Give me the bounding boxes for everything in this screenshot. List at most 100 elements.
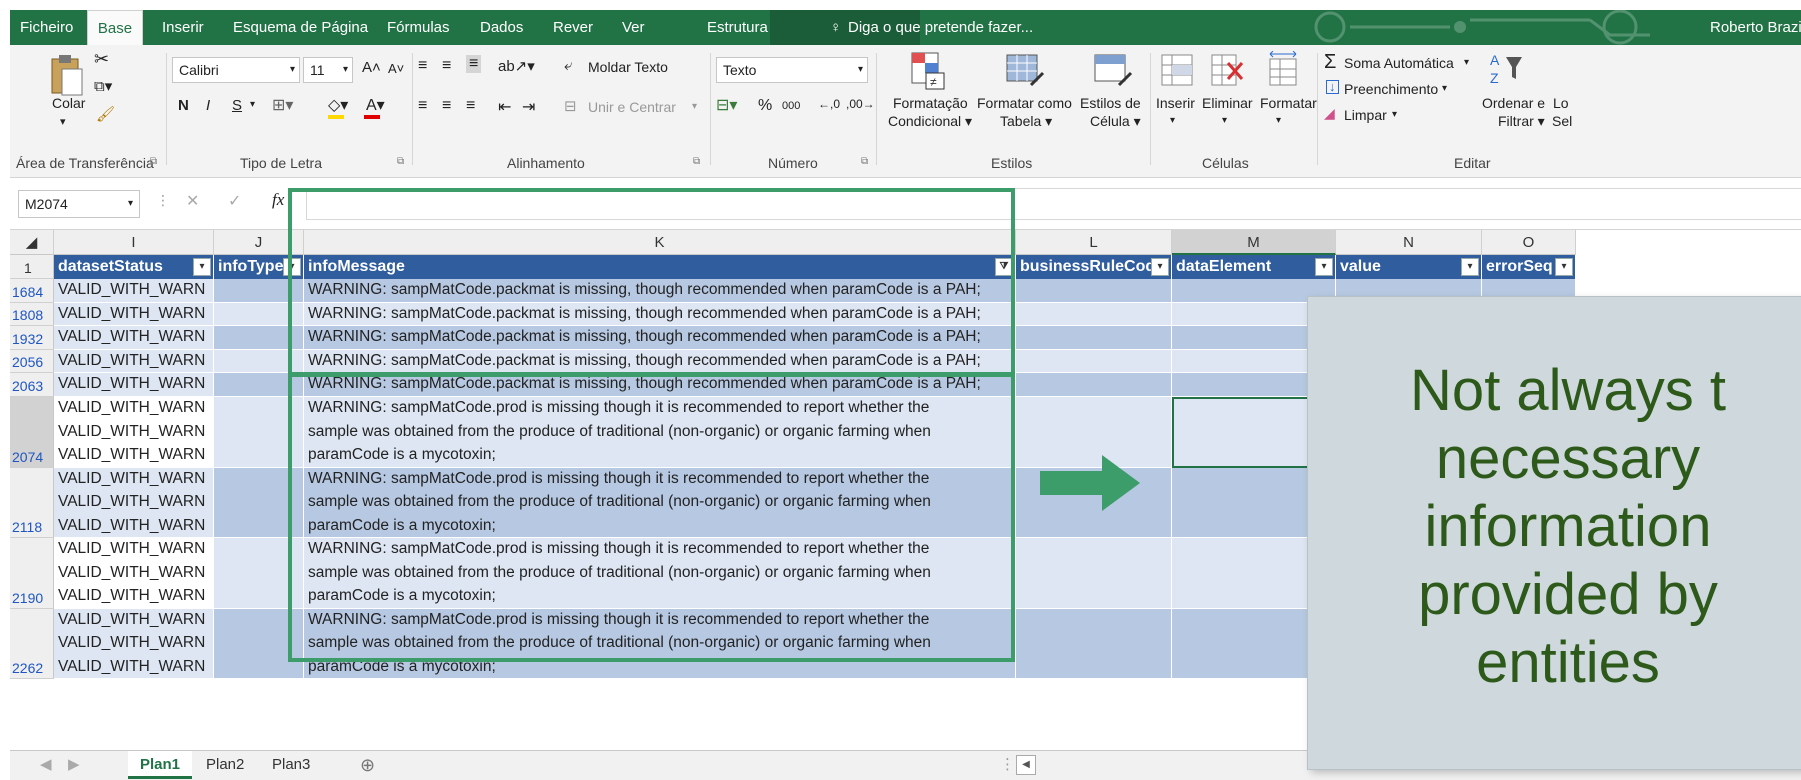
row-header[interactable]: 1684 [10, 279, 54, 303]
percent-button[interactable]: % [758, 97, 772, 115]
table-cell-infoType[interactable] [214, 467, 304, 538]
scroll-left-icon[interactable]: ◀ [40, 751, 52, 779]
table-cell-infoMessage[interactable]: WARNING: sampMatCode.packmat is missing,… [304, 373, 1016, 397]
column-header-n[interactable]: N [1336, 230, 1482, 255]
eraser-icon[interactable]: ◢ [1324, 105, 1335, 122]
table-cell-businessRuleCode[interactable] [1016, 538, 1172, 609]
font-name-box[interactable]: Calibri ▾ [172, 57, 300, 83]
font-color-icon[interactable]: A▾ [366, 95, 385, 115]
tell-me-box[interactable]: Diga o que pretende fazer... [848, 10, 1033, 45]
filter-dropdown-icon[interactable]: ▾ [283, 258, 301, 276]
increase-indent-icon[interactable]: ⇥ [522, 97, 535, 117]
paste-dropdown-icon[interactable]: ▾ [60, 115, 66, 128]
table-cell-infoType[interactable] [214, 397, 304, 468]
align-middle-icon[interactable]: ≡ [442, 57, 451, 75]
align-right-icon[interactable]: ≡ [466, 97, 475, 115]
table-header-infoMessage[interactable]: infoMessage ⧩ [304, 255, 1016, 279]
sort-filter-button[interactable]: Ordenar e [1482, 95, 1545, 111]
table-cell-datasetStatus[interactable]: VALID_WITH_WARN VALID_WITH_WARN VALID_WITH… [54, 608, 214, 679]
filter-dropdown-icon[interactable]: ▾ [1315, 258, 1333, 276]
wrap-text-button[interactable]: Moldar Texto [588, 59, 668, 75]
filter-applied-icon[interactable]: ⧩ [995, 258, 1013, 276]
table-cell-infoMessage[interactable]: WARNING: sampMatCode.packmat is missing,… [304, 279, 1016, 303]
filter-dropdown-icon[interactable]: ▾ [1151, 258, 1169, 276]
table-cell-infoType[interactable] [214, 349, 304, 374]
table-cell-datasetStatus[interactable]: VALID_WITH_WARN [54, 279, 214, 303]
row-header[interactable]: 2056 [10, 349, 54, 374]
table-cell-infoMessage[interactable]: WARNING: sampMatCode.prod is missing tho… [304, 397, 1016, 468]
table-cell-infoType[interactable] [214, 302, 304, 327]
table-header-errorSeq[interactable]: errorSeq ▾ [1482, 255, 1576, 279]
copy-icon[interactable]: ⧉▾ [94, 77, 112, 95]
align-center-icon[interactable]: ≡ [442, 97, 451, 115]
format-as-table-dropdown[interactable]: Tabela ▾ [1000, 113, 1052, 130]
sheet-tab-plan1[interactable]: Plan1 [128, 751, 192, 779]
row-header[interactable]: 1 [10, 255, 54, 279]
fill-color-icon[interactable]: ◇▾ [328, 95, 348, 115]
align-left-icon[interactable]: ≡ [418, 97, 427, 115]
fill-icon[interactable]: ↓ [1326, 80, 1339, 94]
table-cell-businessRuleCode[interactable] [1016, 349, 1172, 374]
chevron-down-icon[interactable]: ▾ [1442, 83, 1447, 94]
currency-icon[interactable]: ⊟▾ [716, 95, 737, 115]
row-header[interactable]: 2262 [10, 608, 54, 679]
decrease-decimal-icon[interactable]: ,00→ [846, 97, 875, 111]
merge-center-button[interactable]: Unir e Centrar [588, 99, 676, 115]
merge-center-icon[interactable]: ⊟ [564, 97, 577, 115]
align-bottom-icon[interactable]: ≡ [466, 55, 482, 73]
delete-cells-button[interactable]: Eliminar [1202, 95, 1253, 111]
column-header-i[interactable]: I [54, 230, 214, 255]
number-format-box[interactable]: Texto ▾ [716, 57, 868, 83]
chevron-down-icon[interactable]: ▾ [1170, 115, 1175, 126]
table-cell-businessRuleCode[interactable] [1016, 326, 1172, 350]
row-header[interactable]: 1808 [10, 302, 54, 327]
filter-dropdown-icon[interactable]: ▾ [193, 258, 211, 276]
tab-home[interactable]: Base [87, 10, 143, 45]
name-box[interactable]: M2074 ▾ [18, 190, 140, 218]
insert-cells-button[interactable]: Inserir [1156, 95, 1195, 111]
sort-filter-dropdown[interactable]: Filtrar ▾ [1498, 113, 1545, 130]
bold-button[interactable]: N [178, 97, 189, 114]
table-cell-businessRuleCode[interactable] [1016, 373, 1172, 397]
chevron-down-icon[interactable]: ▾ [692, 101, 697, 112]
find-select-dropdown[interactable]: Sel [1552, 113, 1572, 129]
table-cell-businessRuleCode[interactable] [1016, 608, 1172, 679]
format-painter-icon[interactable]: 🖌 [96, 105, 115, 123]
table-cell-infoMessage[interactable]: WARNING: sampMatCode.packmat is missing,… [304, 302, 1016, 327]
row-header[interactable]: 2063 [10, 373, 54, 397]
row-header[interactable]: 2074 [10, 397, 54, 468]
borders-icon[interactable]: ⊞▾ [272, 95, 293, 115]
enter-icon[interactable]: ✓ [228, 191, 241, 211]
format-as-table-button[interactable]: Formatar como [977, 95, 1072, 111]
cancel-icon[interactable]: ✕ [186, 191, 199, 211]
table-cell-businessRuleCode[interactable] [1016, 302, 1172, 327]
orientation-icon[interactable]: ab↗▾ [498, 57, 535, 75]
chevron-down-icon[interactable]: ▾ [1392, 109, 1397, 120]
table-cell-infoType[interactable] [214, 326, 304, 350]
hscroll-left-icon[interactable]: ◀ [1016, 755, 1036, 775]
cell-styles-dropdown[interactable]: Célula ▾ [1090, 113, 1141, 130]
table-header-businessRuleCode[interactable]: businessRuleCode ▾ [1016, 255, 1172, 279]
filter-dropdown-icon[interactable]: ▾ [1461, 258, 1479, 276]
table-cell-datasetStatus[interactable]: VALID_WITH_WARN VALID_WITH_WARN VALID_WITH… [54, 397, 214, 468]
column-header-m[interactable]: M [1172, 230, 1336, 255]
clipboard-launcher-icon[interactable]: ⧉ [150, 156, 157, 167]
increase-decimal-icon[interactable]: ←,0 [818, 97, 840, 111]
column-header-o[interactable]: O [1482, 230, 1576, 255]
cell-styles-button[interactable]: Estilos de [1080, 95, 1141, 111]
add-sheet-icon[interactable]: ⊕ [360, 751, 375, 779]
column-header-k[interactable]: K [304, 230, 1016, 255]
thousands-button[interactable]: 000 [782, 100, 800, 112]
chevron-down-icon[interactable]: ▾ [1222, 115, 1227, 126]
shrink-font-icon[interactable]: A˅ [388, 61, 404, 76]
table-cell-datasetStatus[interactable]: VALID_WITH_WARN VALID_WITH_WARN VALID_WITH… [54, 467, 214, 538]
table-header-value[interactable]: value ▾ [1336, 255, 1482, 279]
table-cell-infoType[interactable] [214, 373, 304, 397]
table-cell-datasetStatus[interactable]: VALID_WITH_WARN [54, 349, 214, 374]
row-header[interactable]: 1932 [10, 326, 54, 350]
grow-font-icon[interactable]: A˄ [362, 59, 381, 76]
user-name[interactable]: Roberto Brazi [1710, 10, 1801, 45]
format-cells-button[interactable]: Formatar [1260, 95, 1317, 111]
conditional-formatting-dropdown[interactable]: Condicional ▾ [888, 113, 972, 130]
column-header-l[interactable]: L [1016, 230, 1172, 255]
